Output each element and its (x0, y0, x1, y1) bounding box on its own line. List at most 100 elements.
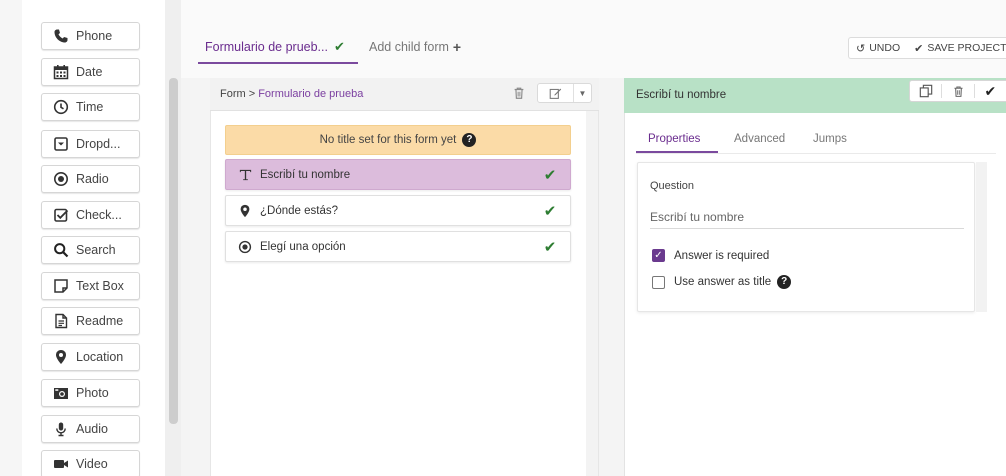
active-tab-indicator (198, 62, 358, 64)
palette-item-label: Text Box (76, 279, 124, 293)
palette-item-location[interactable]: Location (41, 343, 140, 371)
question-label: Elegí una opción (260, 240, 346, 253)
add-child-form-tab[interactable]: Add child form + (369, 38, 461, 56)
question-row[interactable]: ¿Dónde estás? ✔ (225, 195, 571, 226)
palette-item-date[interactable]: Date (41, 58, 140, 86)
microphone-icon (52, 420, 70, 438)
help-icon[interactable]: ? (777, 275, 792, 289)
palette-item-label: Photo (76, 386, 109, 400)
check-icon: ✔ (333, 39, 345, 54)
palette-item-checkbox[interactable]: Check... (41, 201, 140, 229)
question-row[interactable]: Escribí tu nombre ✔ (225, 159, 571, 190)
help-icon[interactable]: ? (462, 133, 477, 147)
tab-jumps[interactable]: Jumps (813, 133, 847, 145)
palette-item-label: Location (76, 350, 124, 364)
use-answer-as-title-checkbox[interactable] (652, 275, 665, 289)
tab-form[interactable]: Formulario de prueb... ✔ (205, 38, 345, 56)
palette-item-label: Check... (76, 208, 122, 222)
palette-item-label: Dropd... (76, 137, 121, 151)
project-actions: ↺ UNDO ✔ SAVE PROJECT (848, 37, 1006, 59)
location-icon (52, 348, 70, 366)
answer-required-label: Answer is required (674, 249, 770, 262)
clock-icon (52, 98, 70, 116)
edit-form-group: ▼ (537, 83, 592, 103)
palette-item-label: Time (76, 100, 104, 114)
palette-item-video[interactable]: Video (41, 450, 140, 476)
textbox-icon (52, 277, 70, 295)
palette-item-label: Date (76, 65, 103, 79)
palette-item-dropdown[interactable]: Dropd... (41, 130, 140, 158)
active-tab-indicator (636, 151, 718, 153)
answer-required-option[interactable]: ✓ Answer is required (652, 249, 769, 262)
properties-scrollbar-track[interactable] (976, 162, 987, 312)
chevron-down-icon[interactable]: ▼ (574, 89, 591, 98)
check-icon: ✔ (984, 82, 997, 99)
save-project-button[interactable]: ✔ SAVE PROJECT (907, 38, 1006, 58)
palette-item-audio[interactable]: Audio (41, 415, 140, 443)
check-icon: ✔ (543, 238, 557, 256)
phone-icon (52, 27, 70, 45)
delete-form-button[interactable] (512, 86, 528, 102)
question-text-input[interactable] (650, 205, 964, 229)
palette-item-label: Phone (76, 29, 113, 43)
add-child-form-label: Add child form (369, 40, 449, 54)
tabs-divider (636, 153, 996, 154)
question-label: ¿Dónde estás? (260, 204, 338, 217)
trash-icon (514, 87, 524, 99)
left-gutter (0, 0, 22, 476)
palette-item-label: Audio (76, 422, 108, 436)
save-project-label: SAVE PROJECT (927, 42, 1006, 54)
palette-item-search[interactable]: Search (41, 236, 140, 264)
check-icon: ✔ (543, 166, 557, 184)
question-label: Escribí tu nombre (260, 168, 351, 181)
palette-item-radio[interactable]: Radio (41, 165, 140, 193)
undo-icon: ↺ (856, 42, 866, 55)
properties-panel-title: Escribí tu nombre (636, 89, 727, 101)
tab-properties[interactable]: Properties (648, 133, 700, 145)
breadcrumb-form-link[interactable]: Formulario de prueba (258, 88, 363, 100)
palette-item-label: Radio (76, 172, 109, 186)
question-caption: Question (650, 180, 695, 192)
delete-question-button[interactable] (942, 81, 973, 101)
palette-item-textbox[interactable]: Text Box (41, 272, 140, 300)
edit-form-button[interactable] (538, 84, 574, 102)
palette-item-phone[interactable]: Phone (41, 22, 140, 50)
no-title-text: No title set for this form yet (319, 134, 457, 146)
calendar-icon (52, 63, 70, 81)
breadcrumb: Form > Formulario de prueba (220, 88, 363, 100)
confirm-question-button[interactable]: ✔ (975, 81, 1006, 101)
dropdown-icon (52, 135, 70, 153)
palette-item-label: Search (76, 243, 116, 257)
undo-button[interactable]: ↺ UNDO (849, 38, 907, 58)
camera-icon (52, 384, 70, 402)
question-actions: ✔ (909, 80, 1006, 102)
trash-icon (953, 86, 963, 97)
readme-icon (52, 312, 70, 330)
use-answer-as-title-option[interactable]: Use answer as title ? (652, 275, 792, 289)
check-icon: ✔ (914, 42, 924, 55)
radio-icon (236, 238, 254, 256)
copy-icon (919, 84, 932, 98)
plus-icon: + (452, 39, 462, 55)
radio-icon (52, 170, 70, 188)
no-title-notice: No title set for this form yet ? (225, 125, 571, 155)
palette-item-readme[interactable]: Readme (41, 307, 140, 335)
video-icon (52, 455, 70, 473)
use-answer-as-title-label: Use answer as title (674, 276, 772, 288)
location-icon (236, 202, 254, 220)
checkbox-icon (52, 206, 70, 224)
search-icon (52, 241, 70, 259)
breadcrumb-root: Form > (220, 88, 259, 100)
palette-item-label: Readme (76, 314, 124, 328)
palette-item-photo[interactable]: Photo (41, 379, 140, 407)
check-icon: ✔ (543, 202, 557, 220)
answer-required-checkbox[interactable]: ✓ (652, 249, 665, 262)
text-icon (236, 166, 254, 184)
palette-scrollbar-thumb[interactable] (169, 78, 178, 424)
tab-advanced[interactable]: Advanced (734, 133, 785, 145)
palette-item-time[interactable]: Time (41, 93, 140, 121)
duplicate-question-button[interactable] (910, 81, 941, 101)
form-scrollbar-track[interactable] (586, 111, 598, 476)
tab-form-label: Formulario de prueb... (205, 40, 328, 54)
question-row[interactable]: Elegí una opción ✔ (225, 231, 571, 262)
